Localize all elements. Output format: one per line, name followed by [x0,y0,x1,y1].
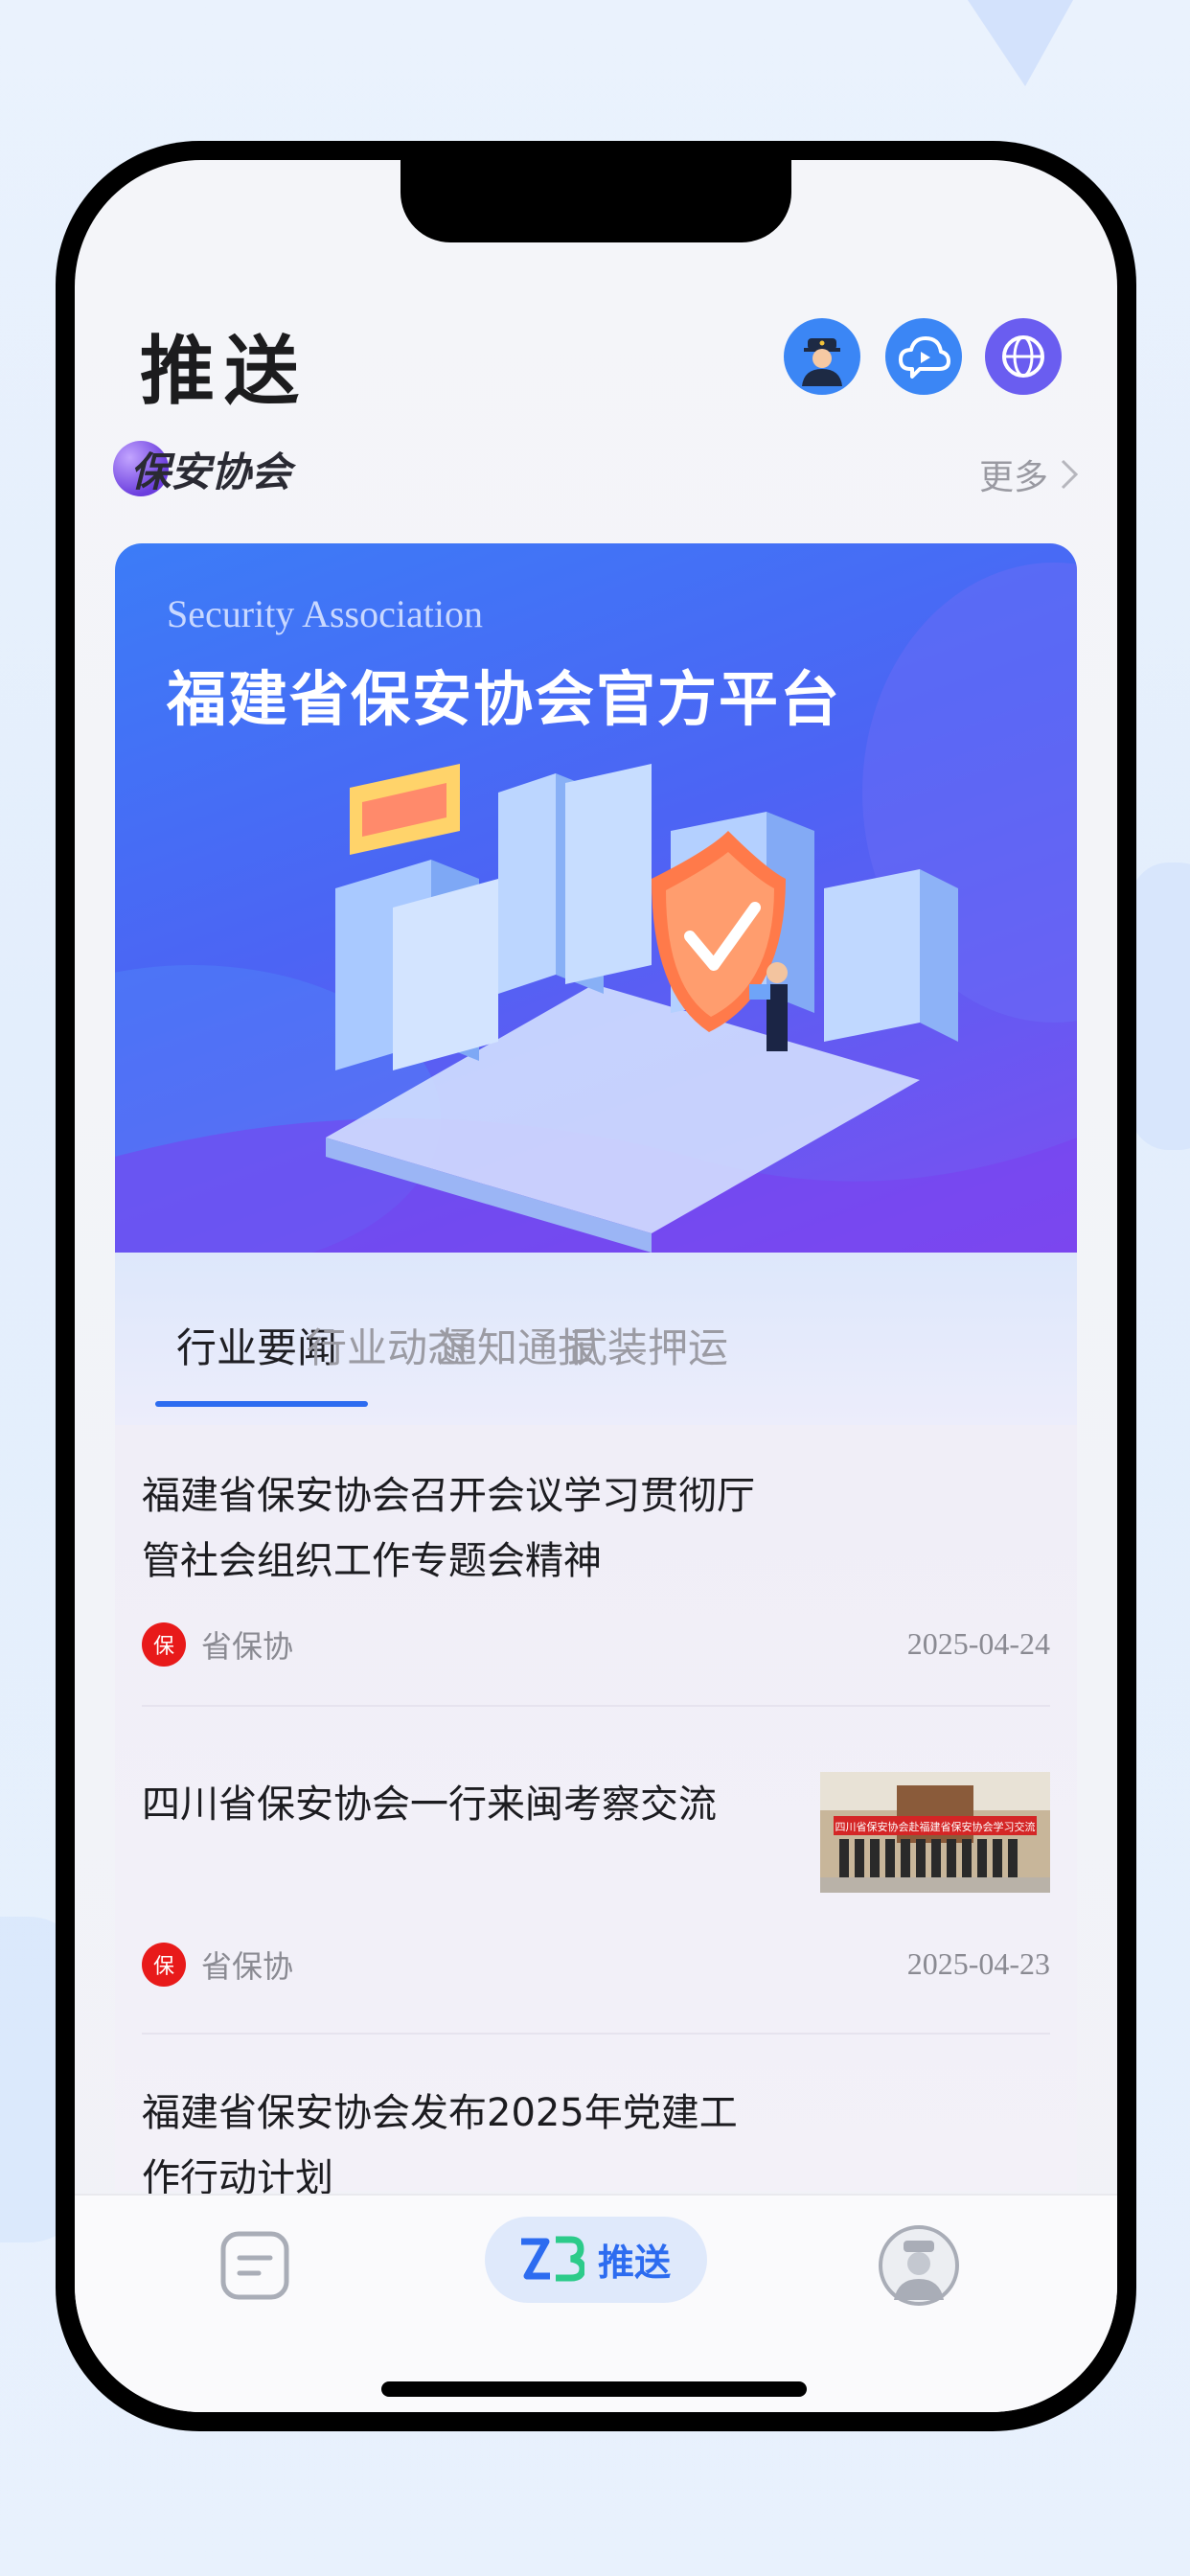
decor-shape [968,0,1073,86]
police-avatar-icon[interactable] [784,318,860,395]
category-tabs: 行业要闻 行业动态 通知通报 武装押运 [115,1253,1077,1425]
banner-subtitle: Security Association [167,592,483,635]
section-brand-label: 保安协会 [130,448,292,495]
decor-blob-right [1131,862,1190,1150]
hero-banner[interactable]: Security Association 福建省保安协会官方平台 [115,543,1077,1253]
cloud-chat-icon[interactable] [885,318,962,395]
chevron-right-icon [1061,459,1079,490]
zb-logo-icon: ZB [517,2230,584,2282]
news-list: 福建省保安协会召开会议学习贯彻厅管社会组织工作专题会精神 保 省保协 2025-… [115,1425,1077,2200]
notch [400,160,791,242]
section-brand: 保安协会 [113,440,291,497]
news-thumbnail: 四川省保安协会赴福建省保安协会学习交流 [820,1772,1050,1893]
source-label: 省保协 [201,1628,294,1665]
source-badge: 保 [142,1943,186,1987]
more-label: 更多 [978,458,1048,497]
phone-screen: 推送 保安协会 更多 Security Association 福建省保安协会官… [75,160,1117,2412]
tab-profile[interactable] [876,2222,962,2309]
source-badge: 保 [142,1622,186,1667]
tab-armed-escort[interactable]: 武装押运 [567,1316,728,1374]
source-label: 省保协 [201,1948,294,1985]
tab-feed[interactable] [217,2222,293,2309]
banner-illustration [115,563,1077,1253]
news-source: 保 省保协 [142,1622,293,1667]
home-indicator [381,2381,807,2397]
globe-icon[interactable] [985,318,1062,395]
active-tab-indicator [155,1401,368,1407]
news-title: 四川省保安协会一行来闽考察交流 [142,1782,717,1827]
list-item[interactable]: 福建省保安协会发布2025年党建工作行动计划 [115,2038,1077,2200]
list-item[interactable]: 福建省保安协会召开会议学习贯彻厅管社会组织工作专题会精神 保 省保协 2025-… [115,1425,1077,1713]
news-title: 福建省保安协会召开会议学习贯彻厅管社会组织工作专题会精神 [142,1474,755,1583]
divider [142,1705,1050,1707]
list-item[interactable]: 四川省保安协会一行来闽考察交流 四川省保安协会赴福建省保安协会学习交流 保 省保… [115,1713,1077,2038]
news-date: 2025-04-23 [906,1946,1050,1981]
document-icon [220,2231,289,2300]
news-title: 福建省保安协会发布2025年党建工作行动计划 [142,2091,738,2200]
bottom-tab-bar: ZB 推送 [75,2194,1117,2412]
tab-push-label: 推送 [598,2241,672,2284]
news-date: 2025-04-24 [906,1626,1050,1661]
profile-avatar-icon [879,2225,959,2306]
more-link[interactable]: 更多 [979,449,1079,499]
push-logo-text: ZB [517,2230,519,2231]
news-source: 保 省保协 [142,1943,293,1987]
divider [142,2033,1050,2035]
banner-title: 福建省保安协会官方平台 [167,664,842,734]
thumb-banner-text: 四川省保安协会赴福建省保安协会学习交流 [835,1820,1036,1833]
tab-push[interactable]: ZB 推送 [485,2217,707,2303]
page-title: 推送 [140,329,309,415]
